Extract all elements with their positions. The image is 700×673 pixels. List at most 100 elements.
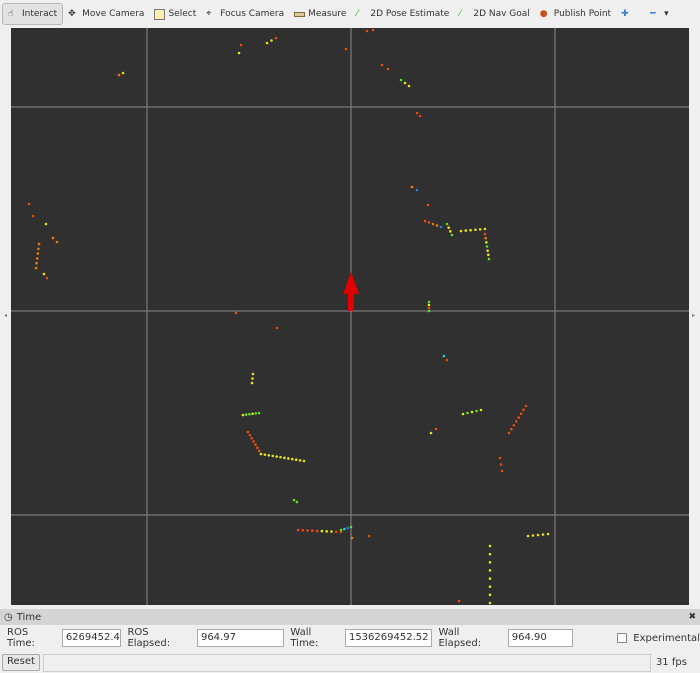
left-dock-handle[interactable]: ◂ [0, 28, 11, 605]
scan-point [526, 534, 530, 538]
scan-point [457, 599, 461, 603]
scan-point [35, 261, 38, 265]
scan-point [263, 453, 267, 456]
plus-icon: ✚ [621, 8, 629, 19]
wall-elapsed-field[interactable]: 964.90 [507, 629, 574, 647]
scan-point [470, 410, 474, 414]
scan-point [344, 47, 348, 51]
scan-point [371, 28, 375, 32]
scan-point [488, 601, 492, 605]
scan-point [255, 446, 259, 450]
scan-point [418, 114, 422, 118]
ros-time-field[interactable]: 6269452.49 [61, 629, 122, 647]
scan-point [367, 534, 371, 538]
scan-point [478, 228, 482, 231]
scan-point [251, 412, 254, 416]
publish-point-tool[interactable]: ● Publish Point [535, 3, 616, 25]
scan-point [469, 228, 472, 232]
scan-point [427, 303, 431, 307]
ros-elapsed-field[interactable]: 964.97 [196, 629, 285, 647]
scan-point [257, 411, 261, 415]
scan-point [488, 577, 492, 580]
scan-point [244, 413, 248, 416]
scan-point [546, 532, 550, 536]
scan-point [519, 412, 523, 416]
green-arrow-icon: ⁄ [459, 8, 461, 19]
scan-point [434, 427, 438, 431]
scan-point [380, 63, 384, 67]
scan-point [435, 224, 439, 227]
chevron-down-icon: ▾ [664, 9, 669, 19]
scan-point [488, 569, 492, 572]
scan-point [459, 229, 463, 233]
scan-point [498, 456, 502, 460]
scan-point [254, 443, 257, 446]
scan-point [279, 455, 282, 459]
status-bar: Reset 31 fps [0, 652, 700, 673]
remove-tool-button[interactable]: ━ ▾ [645, 3, 674, 25]
scan-point [254, 412, 258, 415]
scan-point [485, 241, 488, 244]
scan-point [487, 253, 490, 257]
right-dock-handle[interactable]: ▸ [689, 28, 700, 605]
pose-estimate-tool[interactable]: ⁄ 2D Pose Estimate [351, 3, 454, 25]
scan-point [461, 412, 465, 416]
scan-point [487, 257, 491, 261]
scan-point [439, 225, 443, 229]
select-tool[interactable]: Select [149, 3, 201, 25]
scan-point [445, 222, 449, 226]
scan-point [265, 41, 269, 45]
scan-point [275, 455, 278, 458]
scan-point [410, 185, 414, 189]
experimental-checkbox[interactable] [617, 633, 628, 643]
scan-point [365, 29, 369, 33]
scan-point [239, 43, 243, 47]
scan-point [31, 214, 35, 218]
scan-point [475, 409, 478, 413]
nav-goal-tool[interactable]: ⁄ 2D Nav Goal [454, 3, 534, 25]
scan-point [121, 71, 125, 75]
scan-point [343, 527, 346, 531]
scan-point [445, 358, 449, 362]
scan-point [283, 456, 286, 460]
scan-point [292, 498, 296, 502]
scan-point [447, 226, 450, 229]
scan-point [325, 530, 328, 533]
interact-tool[interactable]: ☝ Interact [2, 3, 64, 25]
scan-point [251, 377, 254, 380]
move-camera-tool[interactable]: ✥ Move Camera [63, 3, 149, 25]
scan-point [250, 381, 254, 385]
laser-scan-render [11, 28, 689, 605]
scan-point [320, 529, 324, 533]
scan-point [270, 39, 273, 42]
scan-point [302, 459, 306, 463]
scan-point [295, 500, 299, 504]
scan-point [464, 229, 468, 232]
scan-point [484, 236, 487, 240]
scan-point [522, 408, 525, 412]
scan-point [514, 420, 518, 423]
wall-time-field[interactable]: 1536269452.52 [344, 629, 433, 647]
scan-point [429, 431, 433, 435]
measure-tool[interactable]: Measure [289, 3, 351, 25]
reset-button[interactable]: Reset [2, 654, 40, 671]
scan-point [306, 529, 309, 532]
scan-point [450, 233, 454, 237]
3d-viewport[interactable] [11, 28, 689, 605]
focus-camera-tool[interactable]: ⌖ Focus Camera [201, 3, 289, 25]
clock-icon: ◷ [4, 611, 13, 623]
robot-pose-arrow [343, 272, 359, 311]
scan-point [35, 257, 39, 260]
scan-point [237, 51, 241, 55]
close-panel-icon[interactable]: ✖ [688, 612, 696, 622]
scan-point [507, 431, 511, 435]
scan-point [267, 453, 271, 457]
scan-point [466, 411, 469, 415]
add-tool-button[interactable]: ✚ [616, 3, 637, 25]
scan-point [488, 544, 492, 548]
scan-point [257, 449, 261, 453]
scan-point [27, 202, 31, 206]
time-panel-header: ◷ Time ✖ [0, 609, 700, 625]
scan-point [407, 84, 411, 88]
scan-point [296, 528, 300, 532]
